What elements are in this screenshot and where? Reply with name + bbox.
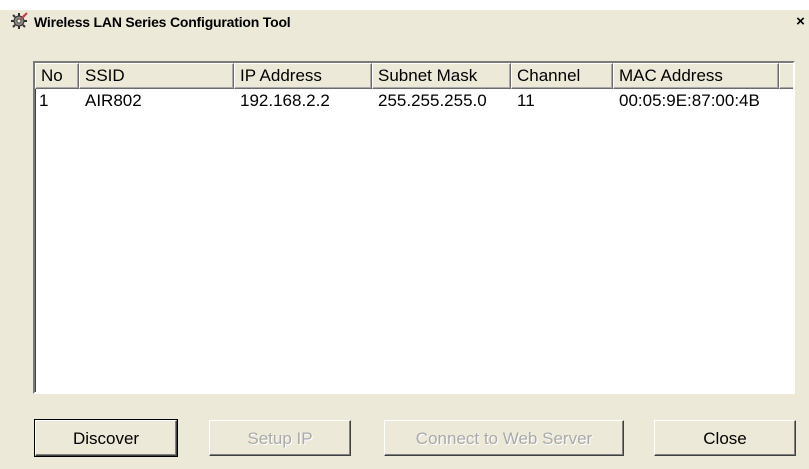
cell-mac-address: 00:05:9E:87:00:4B — [619, 91, 760, 110]
config-tool-window: Wireless LAN Series Configuration Tool ×… — [0, 0, 809, 469]
column-header-ssid[interactable]: SSID — [79, 63, 234, 89]
column-header-subnet-mask[interactable]: Subnet Mask — [372, 63, 511, 89]
close-button[interactable]: Close — [654, 420, 796, 456]
column-header-ip-address[interactable]: IP Address — [234, 63, 372, 89]
cell-ip-address: 192.168.2.2 — [240, 91, 330, 110]
cell-ssid: AIR802 — [85, 91, 142, 110]
setup-ip-button[interactable]: Setup IP — [209, 420, 351, 456]
cell-subnet-mask: 255.255.255.0 — [378, 91, 487, 110]
table-row[interactable]: 1 AIR802 192.168.2.2 255.255.255.0 11 00… — [35, 90, 793, 112]
discover-button[interactable]: Discover — [34, 419, 178, 457]
device-list[interactable]: No SSID IP Address Subnet Mask Channel M… — [33, 61, 795, 394]
window-title: Wireless LAN Series Configuration Tool — [34, 14, 291, 30]
connect-web-server-button[interactable]: Connect to Web Server — [384, 420, 624, 456]
cell-channel: 11 — [517, 91, 535, 110]
column-header-channel[interactable]: Channel — [511, 63, 613, 89]
column-header-filler — [779, 63, 793, 89]
title-bar[interactable]: Wireless LAN Series Configuration Tool × — [0, 0, 809, 38]
cell-no: 1 — [39, 91, 49, 110]
device-list-header: No SSID IP Address Subnet Mask Channel M… — [35, 63, 793, 89]
column-header-mac-address[interactable]: MAC Address — [613, 63, 779, 89]
close-window-icon[interactable]: × — [792, 12, 809, 32]
gear-wrench-icon — [11, 12, 28, 29]
column-header-no[interactable]: No — [35, 63, 79, 89]
